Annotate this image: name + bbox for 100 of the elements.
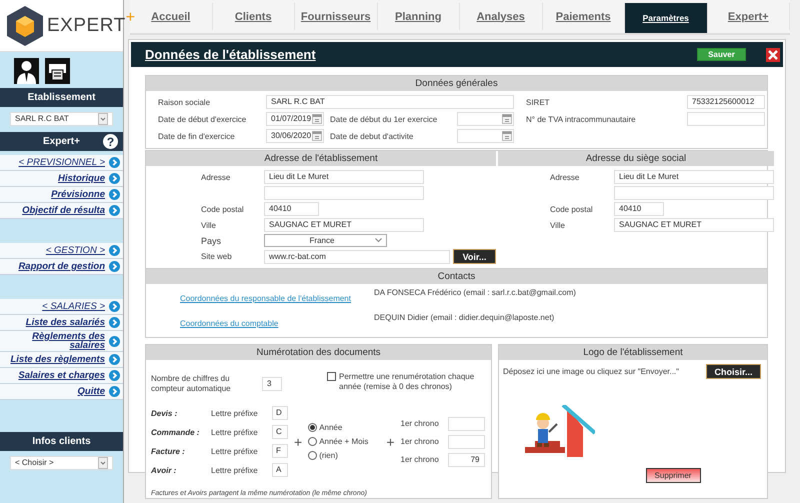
field-label: 1er chrono — [400, 455, 440, 464]
chevron-right-icon[interactable] — [109, 157, 120, 168]
nav-tab[interactable]: Expert+ — [708, 3, 790, 30]
text-field[interactable] — [448, 434, 485, 448]
text-field[interactable]: 40410 — [614, 202, 664, 216]
section-title: Etablissement — [0, 88, 123, 107]
text-field[interactable] — [264, 186, 424, 200]
text-field[interactable]: SAUGNAC ET MURET — [614, 218, 774, 232]
chevron-right-icon[interactable] — [109, 205, 120, 216]
chevron-right-icon[interactable] — [109, 261, 120, 272]
text-field[interactable]: 3 — [262, 377, 282, 391]
text-field[interactable]: 75332125600012 — [687, 95, 765, 109]
text-field[interactable]: D — [272, 406, 288, 420]
chevron-right-icon[interactable] — [109, 301, 120, 312]
field-label: Lettre préfixe — [211, 446, 259, 456]
client-select[interactable]: < Choisir > — [10, 456, 113, 470]
text-field[interactable]: Lieu dit Le Muret — [264, 170, 424, 184]
chevron-right-icon[interactable] — [109, 245, 120, 256]
chevron-right-icon[interactable] — [109, 317, 120, 328]
section-header: Numérotation des documents — [146, 345, 491, 360]
chevron-right-icon[interactable] — [109, 370, 120, 381]
text-field[interactable]: A — [272, 463, 288, 477]
checkbox-label: Permettre une renumérotation chaque année (remise à 0 des chronos) — [339, 372, 476, 392]
radio-label: (rien) — [319, 451, 338, 460]
contact-link[interactable]: Coordonnées du comptable — [180, 319, 278, 328]
section-title: Infos clients — [0, 432, 123, 451]
delete-button[interactable]: Supprimer — [646, 468, 700, 483]
field-label: SIRET — [526, 98, 551, 106]
section-header: Données générales — [146, 76, 767, 91]
field-label: Date de début d'exercice — [158, 114, 248, 124]
close-icon[interactable] — [766, 48, 780, 62]
text-field[interactable]: 40410 — [264, 202, 319, 216]
text-field[interactable]: Lieu dit Le Muret — [614, 170, 774, 184]
field-label: Adresse — [201, 172, 232, 182]
field-label: Date de début du 1er exercice — [330, 114, 438, 124]
checkbox[interactable] — [327, 372, 336, 381]
field-label: Lettre préfixe — [211, 428, 259, 436]
section-header: Adresse de l'établissement — [146, 151, 496, 166]
view-button[interactable]: Voir... — [453, 249, 496, 264]
calendar-icon[interactable] — [502, 114, 512, 124]
chevron-right-icon[interactable] — [109, 189, 120, 200]
page-title: Données de l'établissement — [145, 47, 317, 62]
drop-hint: Déposez ici une image ou cliquez sur "Envoyer..." — [503, 367, 679, 376]
calendar-icon[interactable] — [502, 131, 512, 141]
contact-link[interactable]: Coordonnées du responsable de l'établissement — [180, 294, 351, 303]
radio-label: Année + Mois — [319, 437, 368, 446]
text-field[interactable] — [687, 112, 765, 126]
contact-text: DEQUIN Didier (email : didier.dequin@laposte.net) — [374, 313, 556, 324]
menu-link[interactable]: Quitte — [78, 387, 105, 396]
text-field[interactable]: C — [272, 425, 288, 439]
calendar-icon[interactable] — [312, 114, 322, 124]
field-label: 1er chrono — [400, 419, 440, 428]
section-header: Contacts — [146, 269, 767, 284]
document-type-label: Commande : — [151, 428, 200, 436]
date-field[interactable]: 30/06/2020 — [266, 129, 324, 143]
chevron-right-icon[interactable] — [109, 336, 120, 346]
country-select[interactable]: France — [264, 234, 387, 247]
text-field[interactable] — [614, 186, 774, 200]
text-field[interactable]: SARL R.C BAT — [266, 95, 514, 109]
nav-tab[interactable]: Fournisseurs — [295, 3, 378, 30]
help-icon[interactable]: ? — [103, 134, 118, 149]
person-icon[interactable] — [14, 58, 39, 84]
field-label: Pays — [201, 236, 222, 246]
document-type-label: Facture : — [151, 446, 186, 456]
builder-logo-drawing — [525, 405, 595, 460]
field-label: Code postal — [201, 204, 245, 214]
radio-button[interactable] — [308, 423, 318, 432]
field-label: Ville — [550, 220, 566, 230]
nav-tab[interactable]: Paramètres — [625, 3, 708, 33]
field-label: Lettre préfixe — [211, 408, 259, 418]
date-field[interactable]: 01/07/2019 — [266, 112, 324, 126]
field-label: 1er chrono — [400, 437, 440, 446]
chevron-right-icon[interactable] — [109, 173, 120, 184]
section-header: Logo de l'établissement — [499, 345, 767, 360]
chevron-right-icon[interactable] — [109, 354, 120, 365]
calendar-icon[interactable] — [312, 131, 322, 141]
radio-button[interactable] — [308, 451, 318, 460]
nav-tab[interactable]: Analyses — [460, 3, 542, 30]
field-label: Nombre de chiffres du compteur automatique — [151, 374, 232, 394]
printer-icon[interactable] — [45, 58, 70, 84]
radio-button[interactable] — [308, 437, 318, 446]
date-field[interactable] — [457, 112, 514, 126]
section-title: Expert+ — [43, 136, 80, 147]
document-type-label: Avoir : — [151, 466, 178, 474]
field-label: Lettre préfixe — [211, 466, 259, 474]
text-field[interactable]: www.rc-bat.com — [264, 250, 450, 264]
text-field[interactable] — [448, 416, 485, 430]
field-label: Date de fin d'exercice — [158, 132, 236, 140]
plus-sign: + — [294, 434, 302, 450]
choose-button[interactable]: Choisir... — [706, 364, 761, 379]
company-select[interactable]: SARL R.C BAT — [10, 112, 113, 126]
text-field[interactable]: F — [272, 444, 288, 458]
date-field[interactable] — [457, 129, 514, 143]
text-field[interactable]: 79 — [448, 452, 485, 466]
radio-label: Année — [319, 423, 342, 432]
nav-tab[interactable]: Planning — [378, 3, 460, 30]
chevron-right-icon[interactable] — [109, 386, 120, 397]
nav-tab[interactable]: Clients — [212, 3, 295, 30]
text-field[interactable]: SAUGNAC ET MURET — [264, 218, 424, 232]
field-label: Site web — [201, 252, 233, 261]
